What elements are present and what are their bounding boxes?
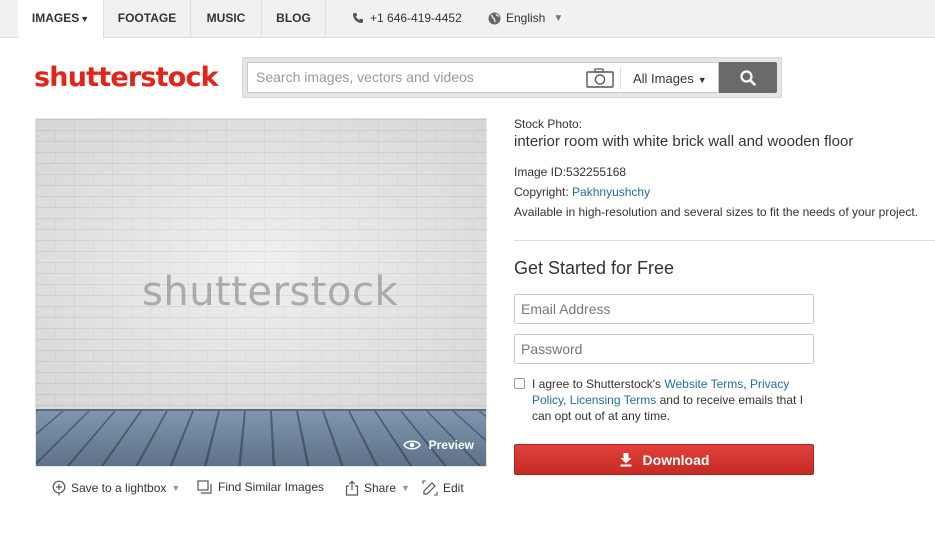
copyright-line: Copyright: Pakhnyushchy bbox=[514, 185, 934, 199]
search-input[interactable] bbox=[256, 69, 566, 85]
tab-blog-label: BLOG bbox=[276, 11, 311, 25]
section-divider bbox=[514, 240, 935, 241]
phone-number: +1 646-419-4452 bbox=[370, 11, 462, 25]
download-icon bbox=[620, 453, 632, 467]
download-button[interactable]: Download bbox=[514, 444, 814, 475]
tab-footage-label: FOOTAGE bbox=[117, 11, 177, 25]
password-field[interactable] bbox=[514, 334, 814, 364]
edit-label: Edit bbox=[443, 481, 464, 495]
download-label: Download bbox=[642, 451, 710, 468]
terms-checkbox[interactable] bbox=[514, 378, 525, 389]
search-divider bbox=[620, 67, 621, 89]
tab-music-label: MUSIC bbox=[206, 11, 246, 25]
search-category-label: All Images bbox=[633, 71, 694, 86]
chevron-down-icon: ▼ bbox=[80, 14, 90, 24]
search-category-select[interactable]: All Images ▼ bbox=[633, 71, 707, 86]
terms-sep-1: , bbox=[743, 377, 750, 391]
add-lightbox-icon bbox=[52, 480, 66, 496]
signup-form: Get Started for Free I agree to Shutters… bbox=[514, 258, 814, 475]
tab-images-label: IMAGES bbox=[31, 11, 80, 25]
stock-photo[interactable]: shutterstock Preview bbox=[35, 118, 487, 467]
terms-text: I agree to Shutterstock's Website Terms,… bbox=[532, 376, 812, 424]
language-label: English bbox=[506, 11, 546, 25]
copyright-author-link[interactable]: Pakhnyushchy bbox=[572, 185, 650, 199]
image-details: Stock Photo: interior room with white br… bbox=[514, 117, 934, 219]
tab-blog[interactable]: BLOG bbox=[262, 0, 326, 38]
share-label: Share bbox=[364, 481, 397, 495]
stock-photo-label: Stock Photo: bbox=[514, 117, 583, 131]
edit-button[interactable]: Edit bbox=[422, 480, 464, 496]
search-box: All Images▼ bbox=[247, 62, 719, 93]
licensing-terms-link[interactable]: Licensing Terms bbox=[570, 393, 656, 407]
image-title: interior room with white brick wall and … bbox=[514, 133, 854, 150]
find-similar-label: Find Similar Images bbox=[218, 480, 325, 494]
watermark: shutterstock bbox=[142, 269, 399, 315]
terms-sep-2: , bbox=[563, 393, 570, 407]
tab-images[interactable]: IMAGES▼ bbox=[18, 0, 104, 39]
image-id: Image ID:532255168 bbox=[514, 165, 627, 179]
chevron-down-icon: ▼ bbox=[553, 12, 564, 24]
signup-heading: Get Started for Free bbox=[514, 258, 675, 278]
tab-footage[interactable]: FOOTAGE bbox=[104, 0, 191, 38]
agree-prefix: I agree to Shutterstock's bbox=[532, 377, 665, 391]
availability-text: Available in high-resolution and several… bbox=[514, 205, 919, 219]
website-terms-link[interactable]: Website Terms bbox=[664, 377, 743, 391]
phone-icon bbox=[353, 13, 363, 23]
chevron-down-icon: ▼ bbox=[171, 483, 181, 493]
shutterstock-logo[interactable]: shutterstock bbox=[34, 62, 219, 93]
top-navigation: IMAGES▼ FOOTAGE MUSIC BLOG +1 646-419-44… bbox=[0, 0, 935, 39]
chevron-down-icon: ▼ bbox=[697, 75, 707, 85]
eye-icon bbox=[402, 440, 421, 450]
phone-contact[interactable]: +1 646-419-4452 bbox=[352, 11, 462, 25]
search-icon bbox=[740, 69, 756, 86]
search-bar: All Images▼ bbox=[242, 57, 782, 98]
wall-shading bbox=[36, 119, 486, 409]
chevron-down-icon: ▼ bbox=[401, 483, 410, 493]
save-to-lightbox-button[interactable]: Save to a lightbox ▼ bbox=[52, 480, 180, 496]
save-to-lightbox-label: Save to a lightbox bbox=[71, 481, 167, 495]
email-field[interactable] bbox=[514, 294, 814, 324]
copyright-label: Copyright: bbox=[514, 185, 569, 199]
email-input[interactable] bbox=[521, 301, 801, 317]
search-button[interactable] bbox=[719, 62, 777, 93]
preview-button[interactable]: Preview bbox=[402, 438, 474, 452]
share-button[interactable]: Share ▼ bbox=[345, 480, 410, 496]
globe-icon bbox=[488, 12, 501, 24]
similar-images-icon bbox=[197, 480, 212, 494]
edit-icon bbox=[422, 480, 438, 496]
preview-label: Preview bbox=[428, 438, 474, 452]
share-icon bbox=[345, 480, 359, 496]
password-input[interactable] bbox=[521, 341, 801, 357]
language-selector[interactable]: English ▼ bbox=[488, 11, 563, 25]
camera-icon[interactable] bbox=[586, 68, 614, 93]
tab-music[interactable]: MUSIC bbox=[191, 0, 262, 38]
find-similar-button[interactable]: Find Similar Images bbox=[197, 480, 324, 494]
